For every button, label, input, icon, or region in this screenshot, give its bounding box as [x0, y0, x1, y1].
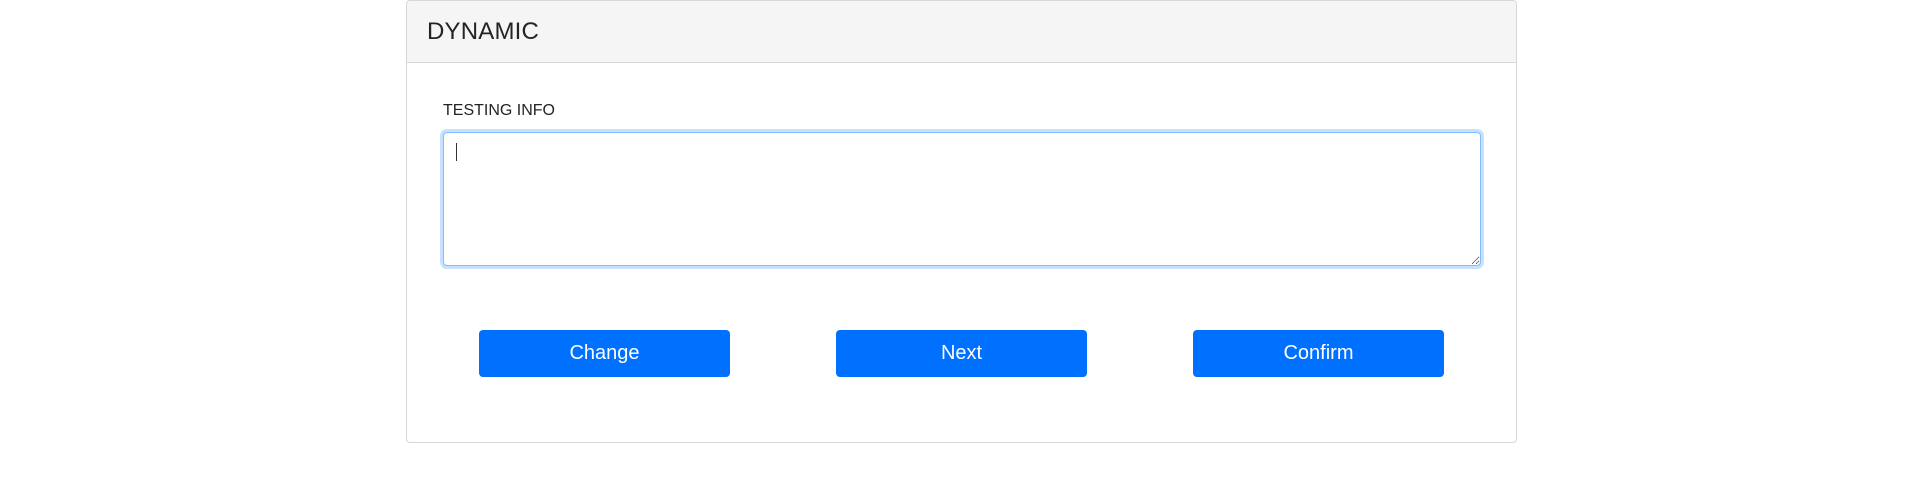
card-header: DYNAMIC [407, 1, 1516, 63]
testing-info-field-wrap [443, 132, 1481, 266]
confirm-button[interactable]: Confirm [1193, 330, 1444, 377]
testing-info-textarea[interactable] [443, 132, 1481, 266]
testing-info-label: TESTING INFO [443, 102, 555, 119]
next-button[interactable]: Next [836, 330, 1087, 377]
dynamic-card: DYNAMIC TESTING INFO Change Next Confirm [406, 0, 1517, 443]
text-caret [456, 143, 457, 161]
change-button[interactable]: Change [479, 330, 730, 377]
card-title: DYNAMIC [427, 17, 540, 45]
